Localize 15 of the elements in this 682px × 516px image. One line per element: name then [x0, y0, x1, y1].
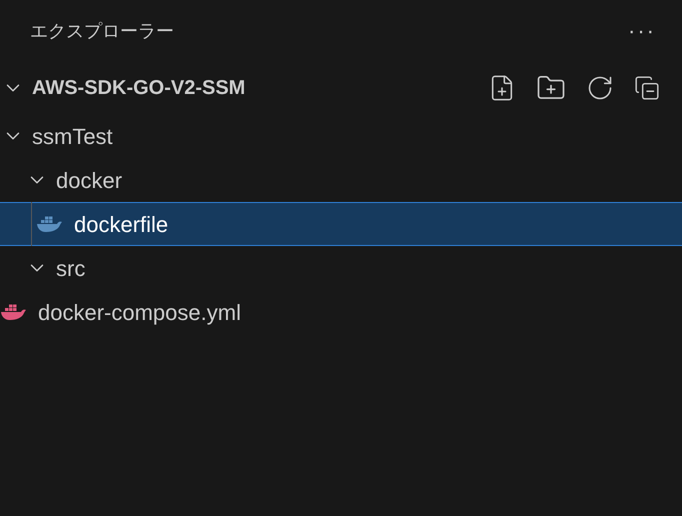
file-row[interactable]: dockerfile [0, 202, 682, 246]
collapse-all-icon[interactable] [634, 75, 660, 101]
refresh-icon[interactable] [586, 74, 614, 102]
folder-name: ssmTest [32, 122, 113, 150]
folder-name: docker [56, 166, 122, 194]
more-actions-button[interactable]: ··· [628, 20, 656, 42]
workspace-title: AWS-SDK-GO-V2-SSM [32, 76, 246, 101]
folder-row[interactable]: ssmTest [0, 114, 682, 158]
file-name: dockerfile [74, 210, 168, 238]
folder-name: src [56, 254, 86, 282]
file-name: docker-compose.yml [38, 298, 241, 327]
folder-row[interactable]: docker [0, 158, 682, 202]
file-row[interactable]: docker-compose.yml [0, 290, 682, 334]
panel-title: エクスプローラー [30, 20, 174, 44]
folder-row[interactable]: src [0, 246, 682, 290]
